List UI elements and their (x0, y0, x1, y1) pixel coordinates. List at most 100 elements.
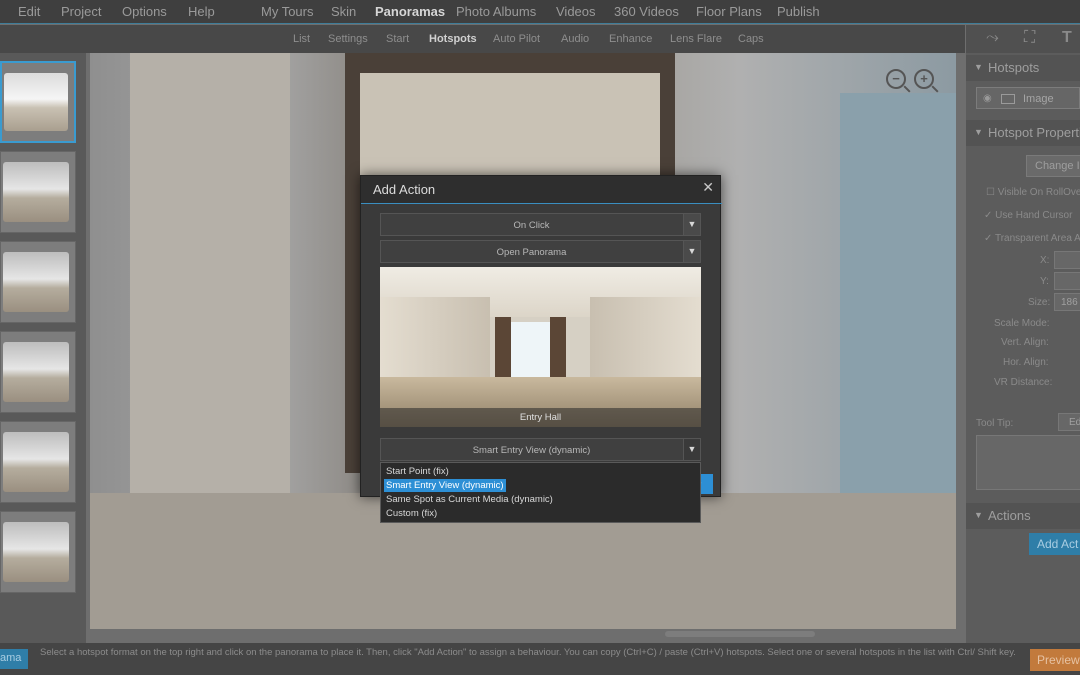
chevron-down-icon[interactable]: ▼ (683, 214, 700, 235)
use-hand-cursor-checkbox[interactable]: ✓ Use Hand Cursor (984, 210, 1072, 221)
eye-icon[interactable]: ◉ (983, 93, 992, 104)
zoom-out-icon[interactable]: − (886, 69, 906, 89)
target-panorama-preview[interactable]: Entry Hall (380, 267, 701, 427)
thumbnail-image (3, 522, 69, 582)
menu-help[interactable]: Help (188, 4, 215, 19)
menu-skin[interactable]: Skin (331, 4, 356, 19)
tooltip-edit-button[interactable]: Ed (1058, 413, 1080, 431)
tooltip-textarea[interactable] (976, 435, 1080, 490)
tab-list[interactable]: List (293, 33, 310, 45)
action-select[interactable]: Open Panorama ▼ (380, 240, 701, 263)
image-icon (1001, 94, 1015, 104)
menu-360-videos[interactable]: 360 Videos (614, 4, 679, 19)
right-panel: ⤳ ⛶ T ▼ Hotspots ◉ Image ▼ Hotspot Prope… (966, 25, 1080, 643)
entry-view-select-value: Smart Entry View (dynamic) (472, 445, 591, 456)
preview-button[interactable]: Preview (1030, 649, 1080, 671)
status-bar: ama Select a hotspot format on the top r… (0, 643, 1080, 675)
entry-view-select[interactable]: Smart Entry View (dynamic) ▼ (380, 438, 701, 461)
panorama-thumbnail[interactable] (0, 151, 76, 233)
vr-distance-label: VR Distance: (994, 377, 1053, 388)
tab-settings[interactable]: Settings (328, 33, 368, 45)
panorama-thumbnail[interactable] (0, 331, 76, 413)
tab-lens-flare[interactable]: Lens Flare (670, 33, 722, 45)
pano-doorway (511, 322, 550, 382)
tab-auto-pilot[interactable]: Auto Pilot (493, 33, 540, 45)
status-message: Select a hotspot format on the top right… (40, 647, 1016, 658)
menu-photo-albums[interactable]: Photo Albums (456, 4, 536, 19)
arrow-tool-icon[interactable]: ⤳ (986, 29, 999, 47)
add-panorama-button[interactable]: ama (0, 649, 28, 669)
menu-edit[interactable]: Edit (18, 4, 40, 19)
option-same-spot[interactable]: Same Spot as Current Media (dynamic) (384, 493, 555, 506)
dialog-body: On Click ▼ Open Panorama ▼ Entry Hall Sm… (361, 204, 720, 496)
tab-enhance[interactable]: Enhance (609, 33, 652, 45)
hotspot-list-item[interactable]: ◉ Image (976, 87, 1080, 109)
x-field[interactable] (1054, 251, 1080, 269)
actions-section-title: Actions (988, 508, 1031, 523)
menu-panoramas[interactable]: Panoramas (375, 4, 445, 19)
transparent-area-checkbox[interactable]: ✓ Transparent Area A (984, 233, 1080, 244)
add-action-dialog: Add Action ✕ On Click ▼ Open Panorama ▼ … (360, 175, 722, 497)
zoom-in-icon[interactable]: + (914, 69, 934, 89)
y-field[interactable] (1054, 272, 1080, 290)
text-tool-icon[interactable]: T (1062, 29, 1072, 47)
change-image-button[interactable]: Change I (1026, 155, 1080, 177)
sub-tabs-bar: List Settings Start Hotspots Auto Pilot … (0, 25, 965, 53)
actions-section-header[interactable]: ▼ Actions (966, 503, 1080, 529)
size-label: Size: (1028, 297, 1051, 308)
menu-project[interactable]: Project (61, 4, 101, 19)
thumbnail-image (3, 342, 69, 402)
action-select-value: Open Panorama (496, 247, 567, 258)
option-custom[interactable]: Custom (fix) (384, 507, 439, 520)
hotspot-properties-title: Hotspot Properti (988, 125, 1080, 140)
hor-align-label: Hor. Align: (1003, 357, 1049, 368)
visible-on-rollover-label: Visible On RollOver (997, 187, 1080, 198)
dialog-title: Add Action (373, 182, 436, 197)
panorama-thumbnail[interactable] (0, 61, 76, 143)
visible-on-rollover-checkbox[interactable]: ☐ Visible On RollOver (986, 187, 1080, 198)
menu-videos[interactable]: Videos (556, 4, 596, 19)
scale-mode-label: Scale Mode: (994, 318, 1050, 329)
tooltip-label: Tool Tip: (976, 418, 1014, 429)
panorama-thumbnail[interactable] (0, 241, 76, 323)
option-start-point[interactable]: Start Point (fix) (384, 465, 451, 478)
tab-caps[interactable]: Caps (738, 33, 764, 45)
option-smart-entry-view[interactable]: Smart Entry View (dynamic) (384, 479, 506, 492)
close-icon[interactable]: ✕ (702, 179, 714, 196)
panorama-thumbnail-strip (0, 53, 86, 643)
menu-options[interactable]: Options (122, 4, 167, 19)
y-label: Y: (1040, 276, 1049, 287)
entry-view-options-list: Start Point (fix) Smart Entry View (dyna… (380, 462, 701, 523)
trigger-select-value: On Click (513, 220, 550, 231)
tab-hotspots[interactable]: Hotspots (429, 33, 477, 45)
thumbnail-image (3, 432, 69, 492)
chevron-down-icon[interactable]: ▼ (683, 241, 700, 262)
viewer-window (840, 93, 956, 513)
collapse-arrow-icon: ▼ (974, 62, 983, 72)
panorama-thumbnail[interactable] (0, 421, 76, 503)
viewer-horizontal-scrollbar[interactable] (665, 631, 815, 637)
use-hand-cursor-label: Use Hand Cursor (995, 210, 1073, 221)
trigger-select[interactable]: On Click ▼ (380, 213, 701, 236)
tab-start[interactable]: Start (386, 33, 409, 45)
size-field[interactable]: 186 (1054, 293, 1080, 311)
menu-floor-plans[interactable]: Floor Plans (696, 4, 762, 19)
hotspots-section-header[interactable]: ▼ Hotspots (966, 55, 1080, 81)
chevron-down-icon[interactable]: ▼ (683, 439, 700, 460)
panorama-name-caption: Entry Hall (380, 408, 701, 427)
menu-publish[interactable]: Publish (777, 4, 820, 19)
collapse-arrow-icon: ▼ (974, 127, 983, 137)
add-action-button[interactable]: Add Act (1029, 533, 1080, 555)
thumbnail-image (3, 252, 69, 312)
panorama-thumbnail[interactable] (0, 511, 76, 593)
tab-audio[interactable]: Audio (561, 33, 589, 45)
x-label: X: (1040, 255, 1050, 266)
menu-my-tours[interactable]: My Tours (261, 4, 314, 19)
menu-bar: Edit Project Options Help My Tours Skin … (0, 0, 1080, 24)
hotspots-section-title: Hotspots (988, 60, 1040, 75)
hotspot-properties-header[interactable]: ▼ Hotspot Properti (966, 120, 1080, 146)
pano-wall-right (590, 297, 701, 387)
hotspot-format-toolbar: ⤳ ⛶ T (966, 25, 1080, 53)
collapse-arrow-icon: ▼ (974, 510, 983, 520)
frame-tool-icon[interactable]: ⛶ (1024, 29, 1035, 47)
